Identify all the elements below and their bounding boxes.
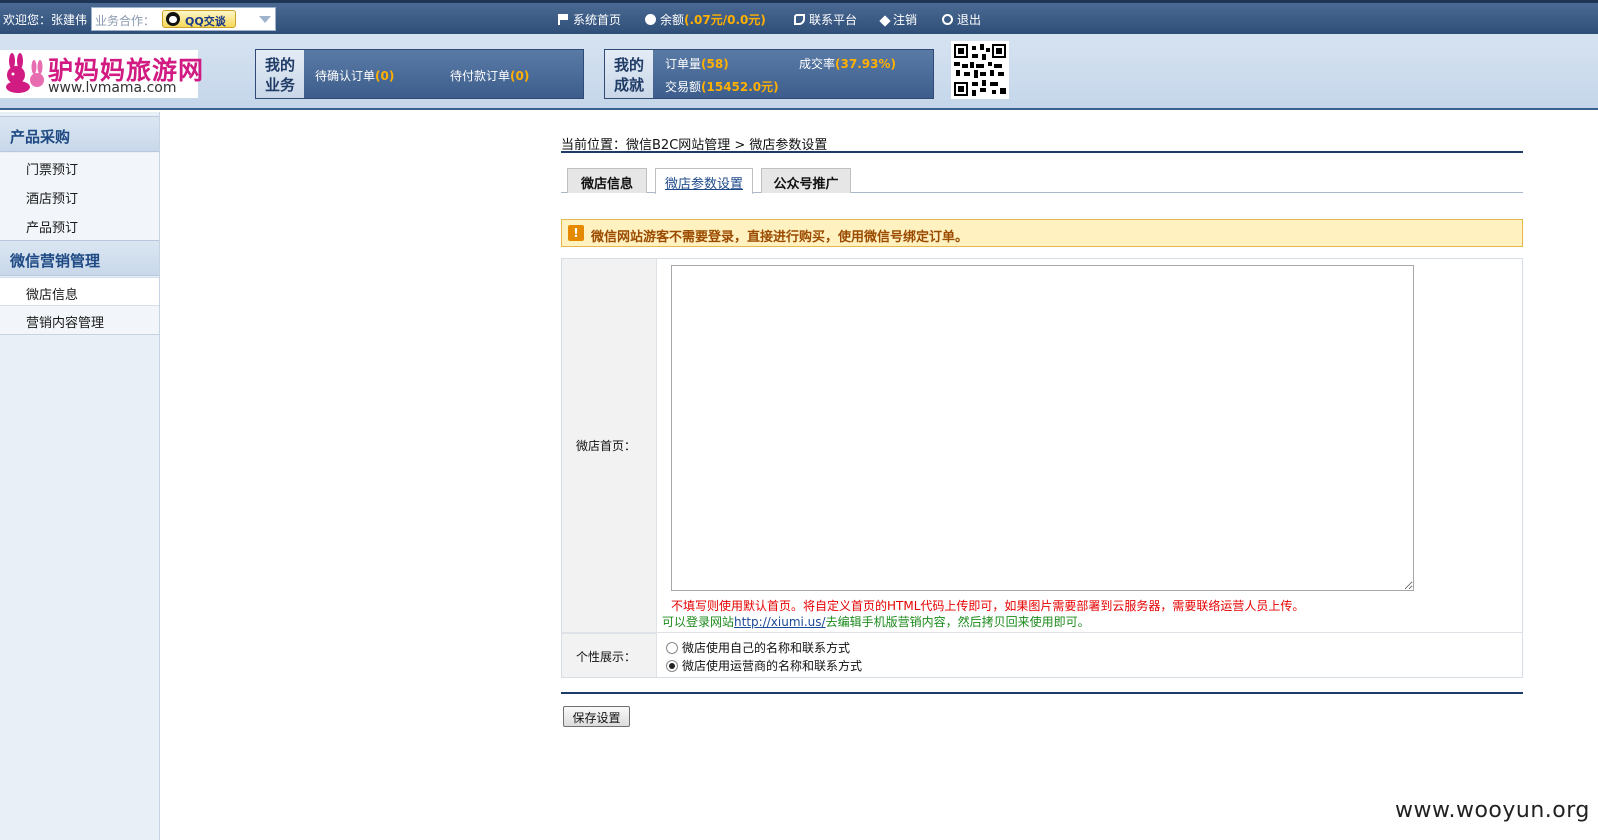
xiumi-link[interactable]: http://xiumi.us/ [734,615,826,629]
hint-green-suffix: 去编辑手机版营销内容，然后拷贝回来使用即可。 [825,615,1090,629]
tag-icon [879,15,891,27]
nav-exit-link[interactable]: 退出 [942,11,981,28]
nav-home-label: 系统首页 [573,13,622,27]
homepage-label-cell: 微店首页： [562,259,657,632]
row-divider [562,632,1522,633]
orders-stat: 订单量(58) [665,55,729,72]
radio-operator-name-label: 微店使用运营商的名称和联系方式 [682,659,863,673]
orders-value: (58) [701,57,729,71]
display-label-cell: 个性展示： [562,633,657,677]
breadcrumb-divider [561,151,1523,153]
sidebar-item-hotel-booking[interactable]: 酒店预订 [0,182,159,211]
bunny-logo-icon [6,53,44,93]
nav-logout-link[interactable]: 注销 [879,11,918,28]
radio-own-name-label: 微店使用自己的名称和联系方式 [682,641,851,655]
pending-pay-count: (0) [510,69,530,83]
power-icon [942,14,953,25]
my-business-panel: 我的业务 待确认订单(0) 待付款订单(0) [255,49,584,99]
sidebar: 产品采购 门票预订 酒店预订 产品预订 微信营销管理 微店信息 营销内容管理 [0,112,160,840]
sidebar-group-product-purchase[interactable]: 产品采购 [0,116,159,152]
homepage-hint-green: 可以登录网站http://xiumi.us/去编辑手机版营销内容，然后拷贝回来使… [662,613,1090,630]
display-label: 个性展示： [576,650,637,664]
radio-operator-name-option[interactable]: 微店使用运营商的名称和联系方式 [666,657,862,674]
rate-label: 成交率 [799,57,836,71]
tab-shop-info[interactable]: 微店信息 [567,168,647,193]
my-business-title-text: 我的业务 [264,56,295,94]
header: 驴妈妈旅游网 www.lvmama.com 我的业务 待确认订单(0) 待付款订… [0,34,1598,110]
welcome-text: 欢迎您：张建伟 [3,13,88,27]
radio-operator-name[interactable] [666,660,678,672]
partner-select[interactable]: 业务合作： QQ交谈 [91,7,276,31]
logo[interactable]: 驴妈妈旅游网 www.lvmama.com [0,50,203,98]
tab-public-account-promo[interactable]: 公众号推广 [761,168,851,193]
pending-confirm-link[interactable]: 待确认订单(0) [315,67,394,84]
balance-label: 余额 [660,13,685,27]
tab-bar: 微店信息 微店参数设置 公众号推广 [561,168,1523,194]
balance-value: (.07元/0.0元) [684,13,766,27]
my-business-title: 我的业务 [256,50,304,98]
nav-home-link[interactable]: 系统首页 [558,11,621,28]
my-achievement-title-text: 我的成就 [613,56,644,94]
nav-exit-label: 退出 [957,13,982,27]
sidebar-item-marketing-content[interactable]: 营销内容管理 [0,306,159,335]
sidebar-item-ticket-booking[interactable]: 门票预订 [0,153,159,182]
nav-contact-label: 联系平台 [809,13,858,27]
qq-chat-button[interactable]: QQ交谈 [162,10,236,28]
notice-banner: ! 微信网站游客不需要登录，直接进行购买，使用微信号绑定订单。 [561,219,1523,247]
tab-shop-params[interactable]: 微店参数设置 [655,168,753,194]
nav-contact-link[interactable]: 联系平台 [794,11,857,28]
warning-icon: ! [568,225,584,241]
sidebar-item-product-booking[interactable]: 产品预订 [0,211,159,240]
radio-own-name[interactable] [666,642,678,654]
homepage-html-textarea[interactable] [671,265,1414,591]
logo-text-en: www.lvmama.com [48,80,177,96]
my-achievement-title: 我的成就 [605,50,653,98]
orders-label: 订单量 [665,57,702,71]
qr-code-icon [951,41,1009,99]
flag-icon [558,14,569,25]
sidebar-item-shop-info[interactable]: 微店信息 [0,277,159,306]
chevron-down-icon[interactable] [259,16,271,23]
sidebar-group-wechat-marketing[interactable]: 微信营销管理 [0,240,159,276]
form-bottom-divider [561,692,1523,694]
phone-icon [794,14,805,25]
coin-icon [645,14,656,25]
hint-green-prefix: 可以登录网站 [662,615,735,629]
amount-label: 交易额 [665,80,702,94]
save-settings-button[interactable]: 保存设置 [563,706,630,727]
nav-balance[interactable]: 余额(.07元/0.0元) [645,11,766,28]
amount-stat: 交易额(15452.0元) [665,78,779,95]
watermark-text: www.wooyun.org [1395,798,1590,823]
nav-logout-label: 注销 [893,13,918,27]
amount-value: (15452.0元) [701,80,779,94]
pending-pay-label: 待付款订单 [450,69,511,83]
my-achievement-panel: 我的成就 订单量(58) 成交率(37.93%) 交易额(15452.0元) [604,49,934,99]
partner-label: 业务合作： [95,14,156,28]
top-bar: 欢迎您：张建伟 业务合作： QQ交谈 系统首页 余额(.07元/0.0元) 联系… [0,0,1598,34]
rate-value: (37.93%) [835,57,896,71]
homepage-hint-red: 不填写则使用默认首页。将自定义首页的HTML代码上传即可，如果图片需要部署到云服… [671,599,1305,613]
qq-chat-label: QQ交谈 [185,15,226,28]
settings-form: 微店首页： 不填写则使用默认首页。将自定义首页的HTML代码上传即可，如果图片需… [561,258,1523,678]
homepage-label: 微店首页： [576,439,637,453]
radio-own-name-option[interactable]: 微店使用自己的名称和联系方式 [666,639,850,656]
rate-stat: 成交率(37.93%) [799,55,896,72]
notice-text: 微信网站游客不需要登录，直接进行购买，使用微信号绑定订单。 [591,230,969,245]
qq-penguin-icon [166,12,180,26]
pending-pay-link[interactable]: 待付款订单(0) [450,67,529,84]
pending-confirm-count: (0) [375,69,395,83]
pending-confirm-label: 待确认订单 [315,69,376,83]
